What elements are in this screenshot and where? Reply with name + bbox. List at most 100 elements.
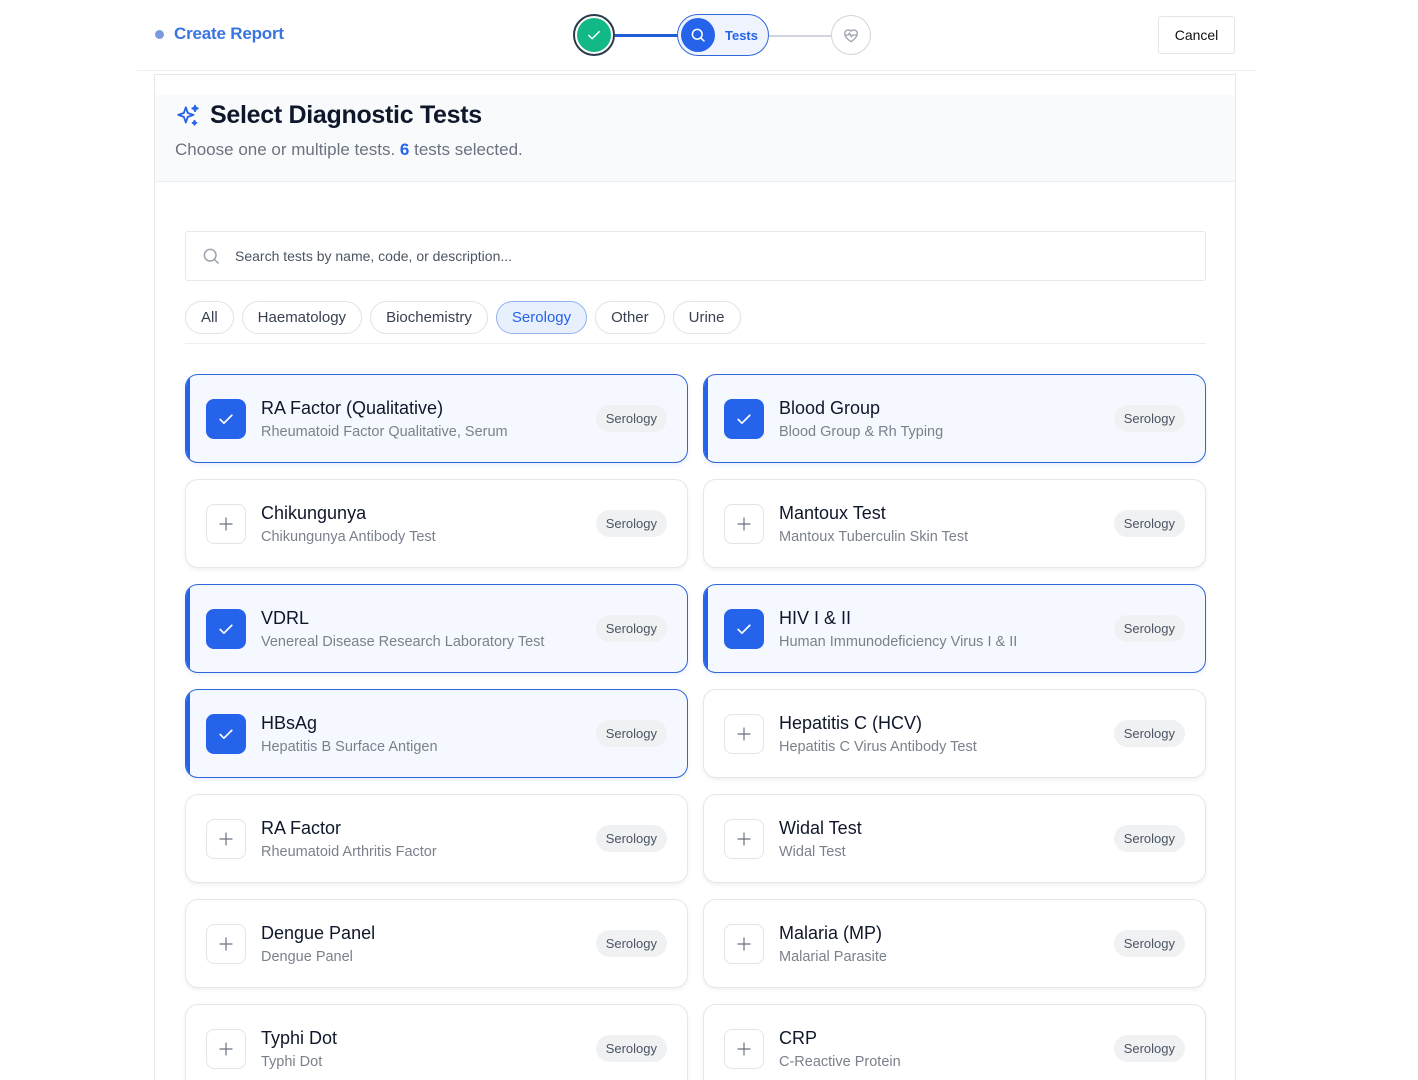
test-name: CRP [779,1028,818,1048]
category-badge: Serology [1113,615,1185,642]
step-connector [615,34,679,37]
test-description: Rheumatoid Factor Qualitative, Serum [261,424,508,440]
step-connector [769,35,831,37]
test-card[interactable]: RA Factor (Qualitative) Rheumatoid Factor… [185,374,688,463]
check-icon [219,414,233,424]
search-icon [691,28,705,42]
heart-pulse-icon [844,29,858,43]
test-checkbox-checked[interactable] [724,609,764,649]
test-checkbox-unchecked[interactable] [724,924,764,964]
test-description: Malarial Parasite [779,949,887,965]
test-description: Typhi Dot [261,1054,323,1070]
plus-icon [737,1042,751,1056]
test-card[interactable]: Dengue Panel Dengue Panel Serology [185,899,688,988]
test-name: Malaria (MP) [779,923,883,943]
search-input[interactable] [235,248,1135,264]
filter-biochemistry[interactable]: Biochemistry [370,301,488,334]
test-card[interactable]: Blood Group Blood Group & Rh Typing Serolo… [703,374,1206,463]
test-name: Chikungunya [261,503,367,523]
plus-icon [737,832,751,846]
test-card[interactable]: HIV I & II Human Immunodeficiency Virus I… [703,584,1206,673]
filter-serology[interactable]: Serology [495,301,588,334]
test-checkbox-checked[interactable] [206,399,246,439]
category-badge: Serology [1113,720,1185,747]
filter-other[interactable]: Other [595,301,665,334]
category-badge: Serology [1113,1035,1185,1062]
test-card[interactable]: Typhi Dot Typhi Dot Serology [185,1004,688,1080]
test-name: RA Factor [261,818,342,838]
stepper: Tests [573,14,873,56]
step-active-label: Tests [725,27,758,43]
category-badge: Serology [1113,510,1185,537]
category-badge: Serology [595,1035,667,1062]
category-badge: Serology [595,405,667,432]
category-badge: Serology [1113,405,1185,432]
step-completed[interactable] [573,14,615,56]
test-description: Hepatitis C Virus Antibody Test [779,739,977,755]
test-name: RA Factor (Qualitative) [261,398,444,418]
summary-text-after: tests selected. [414,140,523,159]
test-name: Blood Group [779,398,881,418]
category-badge: Serology [595,720,667,747]
test-checkbox-unchecked[interactable] [724,1029,764,1069]
test-card[interactable]: CRP C-Reactive Protein Serology [703,1004,1206,1080]
filter-urine[interactable]: Urine [672,301,741,334]
search-bar [185,231,1206,281]
cancel-button[interactable]: Cancel [1158,16,1235,54]
check-icon [737,414,751,424]
test-card[interactable]: Widal Test Widal Test Serology [703,794,1206,883]
test-checkbox-checked[interactable] [724,399,764,439]
test-card[interactable]: RA Factor Rheumatoid Arthritis Factor Sero… [185,794,688,883]
test-card[interactable]: Mantoux Test Mantoux Tuberculin Skin Test… [703,479,1206,568]
divider [185,343,1206,344]
test-checkbox-unchecked[interactable] [724,819,764,859]
page-title: Create Report [174,24,284,43]
sparkles-icon [177,104,199,126]
filter-all[interactable]: All [185,301,234,334]
summary-text-before: Choose one or multiple tests. [175,140,396,159]
panel-header: Select Diagnostic Tests Choose one or mu… [155,95,1235,182]
category-filters: All Haematology Biochemistry Serology Ot… [185,301,741,334]
test-checkbox-checked[interactable] [206,714,246,754]
test-description: Human Immunodeficiency Virus I & II [779,634,1018,650]
test-checkbox-unchecked[interactable] [206,1029,246,1069]
test-name: Hepatitis C (HCV) [779,713,923,733]
test-checkbox-unchecked[interactable] [724,504,764,544]
test-checkbox-unchecked[interactable] [206,504,246,544]
category-badge: Serology [595,930,667,957]
category-badge: Serology [1113,825,1185,852]
plus-icon [737,727,751,741]
category-badge: Serology [1113,930,1185,957]
search-icon [203,248,219,264]
test-card[interactable]: HBsAg Hepatitis B Surface Antigen Serology [185,689,688,778]
category-badge: Serology [595,615,667,642]
test-card[interactable]: VDRL Venereal Disease Research Laboratory… [185,584,688,673]
step-active[interactable]: Tests [677,14,769,56]
test-name: VDRL [261,608,310,628]
test-card[interactable]: Malaria (MP) Malarial Parasite Serology [703,899,1206,988]
step-upcoming[interactable] [831,15,871,55]
test-name: Mantoux Test [779,503,886,523]
plus-icon [219,937,233,951]
filter-haematology[interactable]: Haematology [241,301,363,334]
test-description: Venereal Disease Research Laboratory Tes… [261,634,545,650]
test-description: Hepatitis B Surface Antigen [261,739,438,755]
brand-dot-icon [155,29,164,39]
test-checkbox-unchecked[interactable] [206,819,246,859]
test-name: Widal Test [779,818,862,838]
selected-count: 6 [399,140,410,159]
check-icon [588,30,600,40]
test-name: HBsAg [261,713,318,733]
section-title: Select Diagnostic Tests [210,101,482,129]
plus-icon [219,1042,233,1056]
test-name: Dengue Panel [261,923,376,943]
check-icon [219,624,233,634]
test-card[interactable]: Chikungunya Chikungunya Antibody Test Sero… [185,479,688,568]
test-checkbox-unchecked[interactable] [724,714,764,754]
test-checkbox-unchecked[interactable] [206,924,246,964]
test-checkbox-checked[interactable] [206,609,246,649]
plus-icon [737,937,751,951]
test-description: Chikungunya Antibody Test [261,529,436,545]
test-card[interactable]: Hepatitis C (HCV) Hepatitis C Virus Antib… [703,689,1206,778]
test-description: Widal Test [779,844,846,860]
